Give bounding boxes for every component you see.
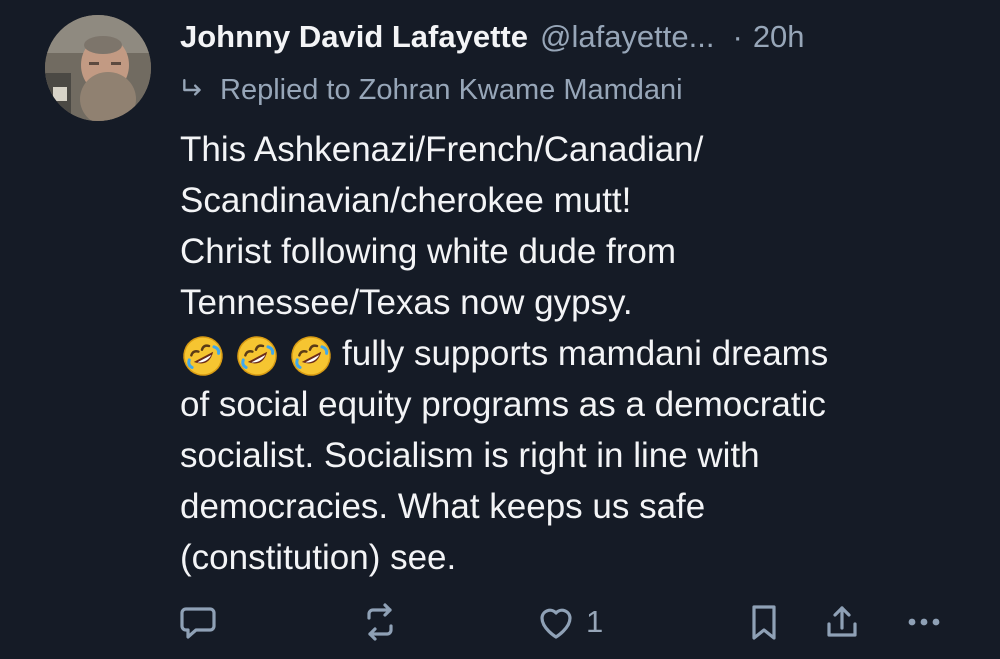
- post-text-line: Christ following white dude from: [180, 232, 677, 271]
- share-button[interactable]: [820, 598, 864, 646]
- more-icon: [908, 618, 940, 626]
- post-text-line: democracies. What keeps us safe: [180, 487, 706, 526]
- emoji-group: [180, 333, 334, 379]
- timestamp[interactable]: 20h: [753, 19, 805, 55]
- post-text-line: Tennessee/Texas now gypsy.: [180, 283, 633, 322]
- post-text-line: of social equity programs as a democrati…: [180, 385, 826, 424]
- rolling-on-the-floor-laughing-emoji: [183, 336, 223, 376]
- more-options-button[interactable]: [902, 598, 946, 646]
- bookmark-icon: [752, 605, 776, 640]
- reply-arrow-icon: [183, 79, 201, 96]
- post-header: Johnny David Lafayette @lafayette... · 2…: [180, 12, 970, 62]
- post-text-line: socialist. Socialism is right in line wi…: [180, 436, 760, 475]
- heart-icon: [540, 608, 572, 639]
- repost-button[interactable]: [358, 598, 402, 646]
- reply-target: Replied to Zohran Kwame Mamdani: [220, 73, 683, 106]
- reply-context[interactable]: Replied to Zohran Kwame Mamdani: [180, 68, 683, 112]
- bookmark-button[interactable]: [742, 598, 786, 646]
- share-icon: [827, 606, 857, 637]
- separator-dot: ·: [732, 19, 743, 54]
- author-name[interactable]: Johnny David Lafayette: [180, 19, 528, 55]
- reply-icon: [180, 607, 216, 639]
- post-text-line: Scandinavian/cherokee mutt!: [180, 181, 632, 220]
- post-card: Johnny David Lafayette @lafayette... · 2…: [0, 0, 1000, 659]
- like-button[interactable]: 1: [534, 598, 603, 646]
- like-count: 1: [586, 604, 604, 639]
- post-text-line-with-emojis: fully supports mamdani dreams: [180, 328, 960, 379]
- avatar[interactable]: [45, 15, 151, 121]
- post-text-line: fully supports mamdani dreams: [342, 334, 829, 373]
- post-body: This Ashkenazi/French/Canadian/ Scandina…: [180, 124, 960, 583]
- repost-icon: [367, 603, 393, 641]
- post-text-line: This Ashkenazi/French/Canadian/: [180, 130, 704, 169]
- post-text-line: (constitution) see.: [180, 538, 457, 577]
- author-handle[interactable]: @lafayette...: [540, 19, 715, 55]
- reply-button[interactable]: [176, 598, 220, 646]
- avatar-image: [45, 15, 151, 121]
- post-actions: 1: [176, 598, 956, 646]
- rolling-on-the-floor-laughing-emoji: [237, 336, 277, 376]
- rolling-on-the-floor-laughing-emoji: [291, 336, 331, 376]
